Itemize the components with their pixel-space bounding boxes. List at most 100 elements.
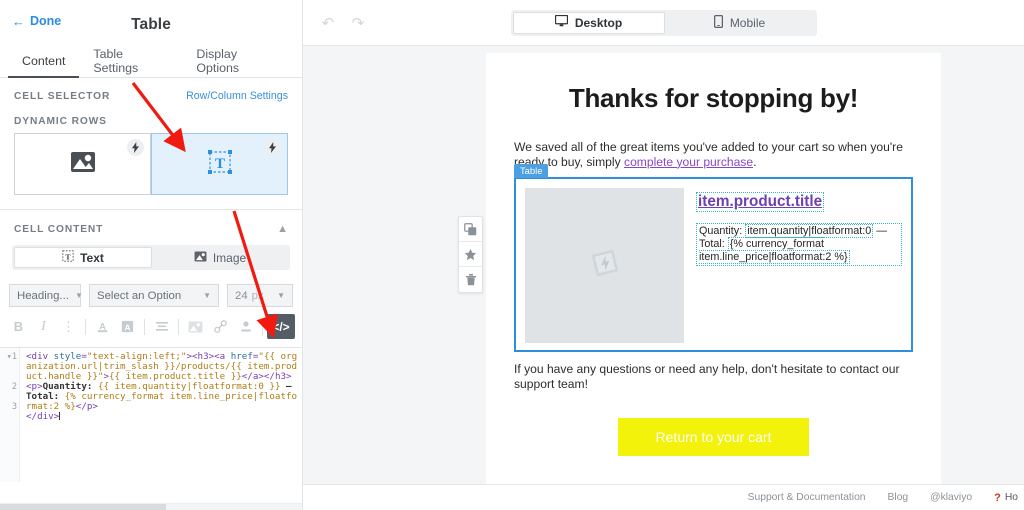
table-block-badge: Table [514, 164, 549, 179]
toolbar-divider [85, 318, 86, 335]
toolbar-divider [178, 318, 179, 335]
personalize-icon[interactable] [233, 315, 258, 339]
dynamic-row-image-option[interactable] [14, 133, 151, 195]
cell-content-text-tab[interactable]: T Text [14, 247, 152, 268]
html-code-editor[interactable]: ▾1 2 3 <div style="text-align:left;"><h3… [0, 347, 302, 510]
product-title-token[interactable]: item.product.title [696, 192, 825, 213]
device-mobile-option[interactable]: Mobile [665, 12, 815, 34]
email-body: Thanks for stopping by! We saved all of … [486, 53, 941, 488]
table-block-selected[interactable]: Table item.product.title Quantity: item.… [514, 164, 913, 353]
text-style-controls: Heading... ▼ Select an Option ▼ 24 px ▼ [0, 284, 302, 314]
text-box-icon: T [206, 149, 234, 180]
chevron-up-icon[interactable]: ▲ [277, 223, 288, 235]
footer-help-button[interactable]: ? Ho [994, 492, 1018, 504]
lightning-bolt-icon [127, 139, 144, 156]
undo-icon[interactable]: ↶ [315, 10, 341, 36]
delete-block-icon[interactable] [459, 267, 482, 292]
return-to-cart-button[interactable]: Return to your cart [617, 418, 810, 457]
favorite-block-icon[interactable] [459, 242, 482, 267]
svg-text:A: A [124, 322, 130, 332]
email-preview: Thanks for stopping by! We saved all of … [486, 53, 941, 489]
text-color-icon[interactable]: A [90, 315, 115, 339]
cta-container: Return to your cart [514, 399, 913, 464]
desktop-icon [554, 14, 568, 30]
device-desktop-option[interactable]: Desktop [512, 11, 665, 34]
highlight-color-icon[interactable]: A [115, 315, 140, 339]
device-desktop-label: Desktop [574, 15, 623, 30]
left-settings-panel: ← Done Table Content Table Settings Disp… [0, 0, 303, 510]
font-family-select[interactable]: Select an Option ▼ [89, 284, 219, 307]
tab-content[interactable]: Content [8, 45, 80, 78]
code-text-area[interactable]: <div style="text-align:left;"><h3><a hre… [20, 348, 302, 482]
cell-content-text-label: Text [80, 250, 104, 265]
font-size-value: 24 [235, 289, 248, 302]
insert-link-icon[interactable] [208, 315, 233, 339]
tab-table-settings[interactable]: Table Settings [79, 45, 182, 77]
footer-link-blog[interactable]: Blog [888, 492, 909, 503]
font-family-value: Select an Option [97, 289, 182, 302]
insert-image-icon[interactable] [183, 315, 208, 339]
app-footer: Support & Documentation Blog @klaviyo ? H… [303, 484, 1024, 510]
cell-content-image-tab[interactable]: Image [152, 247, 288, 268]
scrollbar-thumb[interactable] [0, 504, 167, 510]
lightning-image-placeholder-icon [588, 246, 622, 285]
product-text-cell[interactable]: item.product.title Quantity: item.quanti… [684, 188, 902, 341]
tab-display-options[interactable]: Display Options [182, 45, 294, 77]
toolbar-divider [262, 318, 263, 335]
code-gutter: ▾1 2 3 [0, 348, 20, 482]
dynamic-rows-label: DYNAMIC ROWS [14, 116, 107, 127]
question-mark-icon: ? [994, 491, 1001, 504]
code-line-2: <p>Quantity: {{ item.quantity|floatforma… [26, 381, 298, 412]
chevron-down-icon: ▼ [203, 291, 211, 300]
code-line-1: <div style="text-align:left;"><h3><a hre… [26, 351, 298, 382]
mobile-icon [713, 14, 723, 31]
cell-content-section-header[interactable]: CELL CONTENT ▲ [0, 210, 302, 245]
lightning-bolt-icon [264, 139, 281, 156]
complete-purchase-link[interactable]: complete your purchase [624, 155, 753, 169]
heading-style-select[interactable]: Heading... ▼ [9, 284, 83, 307]
toolbar-divider [144, 318, 145, 335]
font-size-select[interactable]: 24 px ▼ [227, 284, 293, 307]
image-icon [70, 151, 96, 178]
footer-link-support[interactable]: Support & Documentation [748, 492, 866, 503]
email-intro-paragraph[interactable]: We saved all of the great items you've a… [514, 140, 913, 169]
dynamic-row-text-option[interactable]: T [151, 133, 288, 195]
redo-icon[interactable]: ↷ [345, 10, 371, 36]
canvas-toolbar: ↶ ↷ Desktop Mobile [303, 0, 1024, 46]
quantity-token: item.quantity|floatformat:0 [745, 224, 874, 239]
product-image-placeholder[interactable] [525, 188, 684, 344]
preview-canvas-panel: ↶ ↷ Desktop Mobile Thanks for stopping b… [303, 0, 1024, 510]
image-icon [194, 250, 207, 265]
bold-icon[interactable]: B [6, 315, 31, 339]
arrow-left-icon: ← [12, 13, 25, 29]
italic-icon[interactable]: I [31, 315, 56, 339]
align-icon[interactable] [149, 315, 174, 339]
line-number: 3 [11, 402, 17, 412]
duplicate-block-icon[interactable] [459, 217, 482, 242]
done-button[interactable]: ← Done [12, 14, 61, 28]
code-horizontal-scrollbar[interactable] [0, 503, 302, 510]
cell-selector-section-header: CELL SELECTOR Row/Column Settings [0, 78, 302, 110]
panel-tabs: Content Table Settings Display Options [0, 45, 302, 78]
dynamic-rows-options: T [0, 133, 302, 209]
cell-content-label: CELL CONTENT [14, 223, 104, 235]
row-column-settings-link[interactable]: Row/Column Settings [186, 90, 288, 102]
email-template-editor: ← Done Table Content Table Settings Disp… [0, 0, 1024, 510]
product-meta-line[interactable]: Quantity: item.quantity|floatformat:0 — … [696, 223, 902, 267]
more-options-icon[interactable]: ⋮ [56, 315, 81, 339]
tab-display-options-label: Display Options [196, 47, 240, 75]
code-view-icon[interactable]: </> [267, 314, 295, 339]
email-heading[interactable]: Thanks for stopping by! [514, 83, 913, 114]
text-box-icon: T [62, 250, 74, 265]
line-number: 2 [11, 382, 17, 392]
svg-text:A: A [99, 321, 106, 331]
footer-link-twitter[interactable]: @klaviyo [930, 492, 972, 503]
device-mobile-label: Mobile [729, 15, 766, 30]
rich-text-format-toolbar: B I ⋮ A A </> [0, 314, 302, 345]
font-size-unit: px [251, 289, 264, 302]
email-canvas[interactable]: Thanks for stopping by! We saved all of … [303, 46, 1024, 510]
email-intro-after-link: . [753, 154, 757, 169]
email-support-paragraph[interactable]: If you have any questions or need any he… [514, 362, 913, 391]
line-number: ▾1 [6, 352, 17, 362]
cell-content-image-label: Image [212, 250, 247, 265]
